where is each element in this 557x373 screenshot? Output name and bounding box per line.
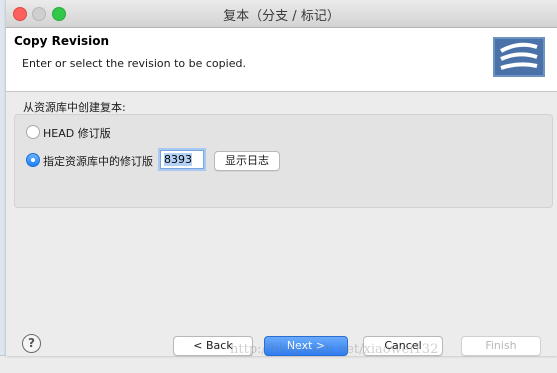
subversion-logo-icon bbox=[493, 37, 545, 77]
show-log-button[interactable]: 显示日志 bbox=[214, 151, 280, 171]
copy-revision-dialog: 复本（分支 / 标记） Copy Revision Enter or selec… bbox=[6, 0, 557, 357]
create-copy-label: 从资源库中创建复本: bbox=[23, 101, 126, 114]
page-title: Copy Revision bbox=[14, 34, 109, 48]
head-revision-radio[interactable] bbox=[26, 125, 40, 139]
help-icon[interactable]: ? bbox=[22, 334, 41, 353]
window-title: 复本（分支 / 标记） bbox=[223, 9, 340, 24]
background-bottom-strip bbox=[0, 355, 557, 373]
head-revision-label: HEAD 修订版 bbox=[43, 127, 111, 140]
revision-number-value: 8393 bbox=[164, 153, 192, 166]
watermark-text: http://blog.csdn.net/xiaowei132 bbox=[230, 342, 439, 357]
page-description: Enter or select the revision to be copie… bbox=[22, 57, 246, 70]
dialog-header: Copy Revision Enter or select the revisi… bbox=[6, 28, 557, 92]
specific-revision-radio[interactable] bbox=[26, 153, 40, 167]
title-bar: 复本（分支 / 标记） bbox=[6, 0, 557, 28]
specific-revision-label: 指定资源库中的修订版 bbox=[43, 155, 153, 168]
finish-button[interactable]: Finish bbox=[461, 336, 541, 356]
revision-number-input[interactable]: 8393 bbox=[160, 150, 204, 169]
